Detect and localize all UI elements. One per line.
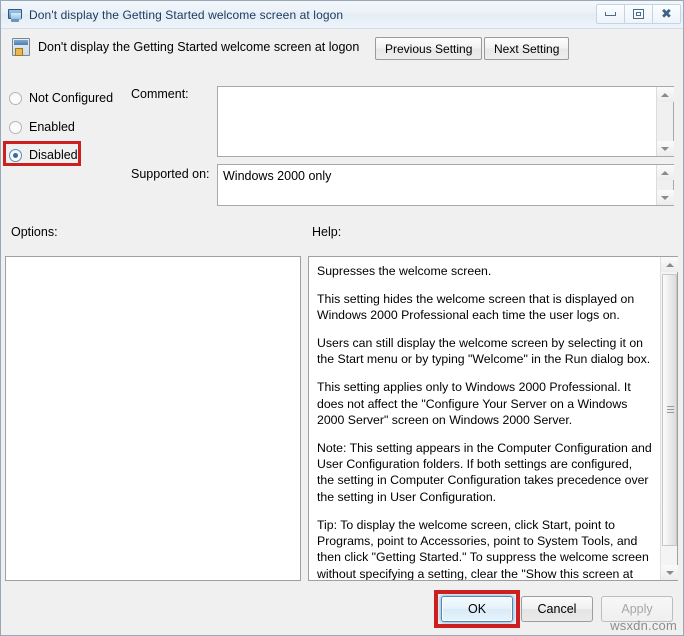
comment-scrollbar[interactable] <box>656 87 674 156</box>
radio-label: Not Configured <box>29 91 114 105</box>
supported-on-value: Windows 2000 only <box>223 169 332 183</box>
scroll-down-icon[interactable] <box>661 565 678 580</box>
comment-value <box>218 87 656 156</box>
radio-disabled[interactable]: Disabled <box>9 146 78 164</box>
options-panel[interactable] <box>5 256 301 581</box>
close-icon: ✖ <box>661 6 672 21</box>
help-paragraph: Note: This setting appears in the Comput… <box>317 440 652 504</box>
options-content <box>6 257 300 269</box>
help-paragraph: Supresses the welcome screen. <box>317 264 492 278</box>
minimize-button[interactable] <box>596 3 625 24</box>
comment-label: Comment: <box>131 87 189 101</box>
options-label: Options: <box>11 225 58 239</box>
radio-indicator-selected <box>9 148 22 162</box>
help-label: Help: <box>312 225 342 239</box>
radio-label: Disabled <box>29 148 78 162</box>
monitor-icon <box>7 7 23 23</box>
ok-button[interactable]: OK <box>441 596 513 622</box>
radio-not-configured[interactable]: Not Configured <box>9 89 113 107</box>
comment-input[interactable] <box>217 86 674 157</box>
help-text: Supresses the welcome screen. This settin… <box>309 257 660 580</box>
policy-setting-icon <box>12 38 30 56</box>
help-paragraph: This setting hides the welcome screen th… <box>317 291 635 323</box>
setting-name: Don't display the Getting Started welcom… <box>38 40 360 54</box>
window-controls: ✖ <box>596 3 681 24</box>
group-policy-setting-dialog: Don't display the Getting Started welcom… <box>0 0 684 636</box>
previous-setting-button[interactable]: Previous Setting <box>375 37 483 60</box>
radio-indicator <box>9 91 22 105</box>
setting-header: Don't display the Getting Started welcom… <box>1 30 683 76</box>
help-panel: Supresses the welcome screen. This settin… <box>308 256 678 581</box>
watermark: wsxdn.com <box>610 618 677 633</box>
help-paragraph: This setting applies only to Windows 200… <box>317 380 631 427</box>
radio-indicator <box>9 120 22 134</box>
scrollbar-thumb[interactable] <box>662 274 677 546</box>
scroll-up-icon[interactable] <box>656 87 674 102</box>
scroll-down-icon[interactable] <box>656 141 674 156</box>
supported-on-label: Supported on: <box>131 167 210 181</box>
cancel-button[interactable]: Cancel <box>521 596 593 622</box>
close-button[interactable]: ✖ <box>652 3 681 24</box>
help-paragraph: Tip: To display the welcome screen, clic… <box>317 517 649 580</box>
help-scrollbar[interactable] <box>660 257 678 580</box>
minimize-icon <box>605 11 616 16</box>
scroll-up-icon[interactable] <box>656 165 674 180</box>
scroll-up-icon[interactable] <box>661 257 678 272</box>
help-paragraph: Users can still display the welcome scre… <box>317 336 651 367</box>
restore-button[interactable] <box>624 3 653 24</box>
supported-on-scrollbar[interactable] <box>656 165 674 205</box>
next-setting-button[interactable]: Next Setting <box>484 37 570 60</box>
supported-on-field: Windows 2000 only <box>217 164 674 206</box>
title-bar: Don't display the Getting Started welcom… <box>1 1 683 29</box>
scrollbar-grip-icon <box>667 406 674 414</box>
restore-icon <box>633 8 644 19</box>
radio-label: Enabled <box>29 120 75 134</box>
scroll-down-icon[interactable] <box>656 190 674 205</box>
radio-enabled[interactable]: Enabled <box>9 118 75 136</box>
window-title: Don't display the Getting Started welcom… <box>29 7 344 22</box>
